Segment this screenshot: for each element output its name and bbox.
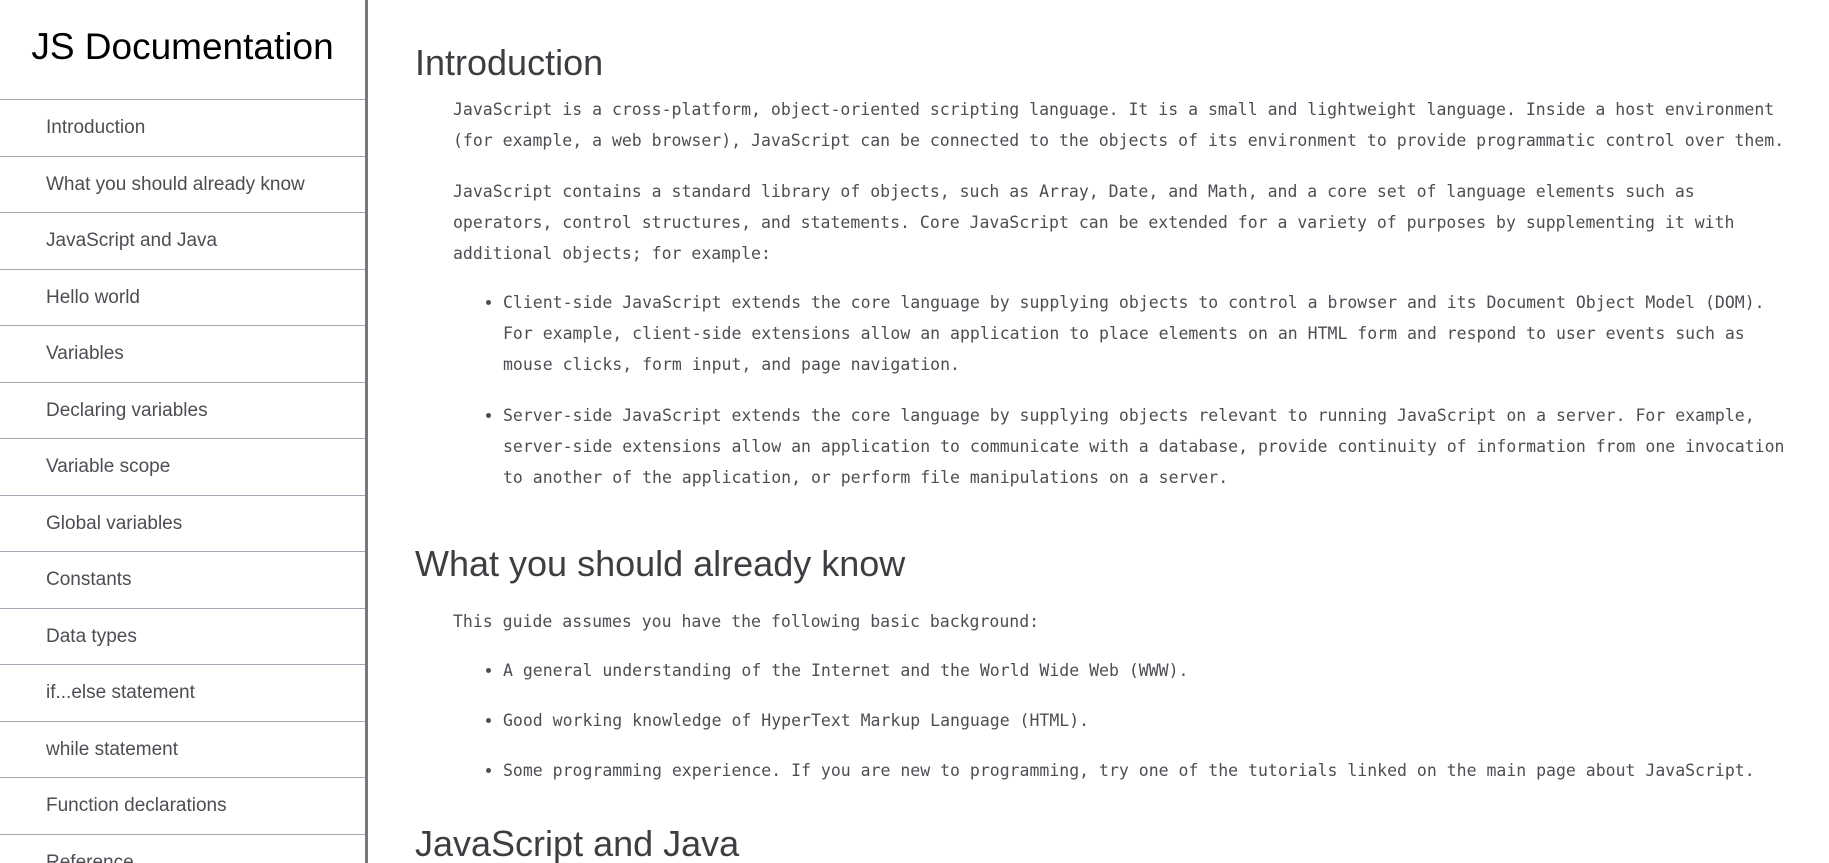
bullet-list: A general understanding of the Internet … [453,655,1799,786]
section-javascript-and-java: JavaScript and Java [415,786,1799,863]
nav-link-reference[interactable]: Reference [0,835,365,863]
section-heading: JavaScript and Java [415,823,740,863]
paragraph: JavaScript contains a standard library o… [453,182,1735,263]
list-item: Client-side JavaScript extends the core … [503,287,1799,380]
navbar: JS Documentation Introduction What you s… [0,0,368,863]
nav-item: while statement [0,722,365,778]
nav-item: Variables [0,326,365,383]
nav-link-hello-world[interactable]: Hello world [0,270,365,326]
bullet-list: Client-side JavaScript extends the core … [453,287,1799,493]
section-content: JavaScript is a cross-platform, object-o… [415,94,1799,493]
paragraph: This guide assumes you have the followin… [453,612,1040,631]
nav-link-function-declarations[interactable]: Function declarations [0,778,365,834]
nav-link-javascript-and-java[interactable]: JavaScript and Java [0,213,365,269]
nav-item: Data types [0,609,365,665]
nav-link-variable-scope[interactable]: Variable scope [0,439,365,495]
nav-item: Declaring variables [0,383,365,439]
section-content: This guide assumes you have the followin… [415,606,1799,786]
nav-item: Hello world [0,270,365,326]
list-item: Good working knowledge of HyperText Mark… [503,705,1799,736]
list-item: A general understanding of the Internet … [503,655,1799,686]
list-item: Some programming experience. If you are … [503,755,1799,786]
nav-link-variables[interactable]: Variables [0,326,365,382]
nav-item: What you should already know [0,157,365,213]
nav-list: Introduction What you should already kno… [0,100,365,863]
nav-item: Function declarations [0,778,365,835]
nav-item: if...else statement [0,665,365,722]
nav-link-what-you-should-already-know[interactable]: What you should already know [0,157,365,213]
paragraph: JavaScript is a cross-platform, object-o… [453,100,1785,150]
nav-item: Constants [0,552,365,609]
nav-link-data-types[interactable]: Data types [0,609,365,665]
list-item: Server-side JavaScript extends the core … [503,400,1799,493]
section-heading: What you should already know [415,543,906,584]
section-what-you-should-already-know: What you should already know This guide … [415,493,1799,786]
nav-link-introduction[interactable]: Introduction [0,100,365,156]
navbar-title: JS Documentation [0,0,365,100]
nav-item: Variable scope [0,439,365,496]
section-introduction: Introduction JavaScript is a cross-platf… [415,0,1799,493]
nav-link-constants[interactable]: Constants [0,552,365,608]
nav-item: Global variables [0,496,365,552]
nav-item: Introduction [0,100,365,157]
nav-link-global-variables[interactable]: Global variables [0,496,365,552]
nav-link-while-statement[interactable]: while statement [0,722,365,778]
nav-item: Reference [0,835,365,863]
section-heading: Introduction [415,42,604,83]
nav-item: JavaScript and Java [0,213,365,270]
main-doc: Introduction JavaScript is a cross-platf… [368,0,1829,863]
nav-link-if-else-statement[interactable]: if...else statement [0,665,365,721]
nav-link-declaring-variables[interactable]: Declaring variables [0,383,365,439]
